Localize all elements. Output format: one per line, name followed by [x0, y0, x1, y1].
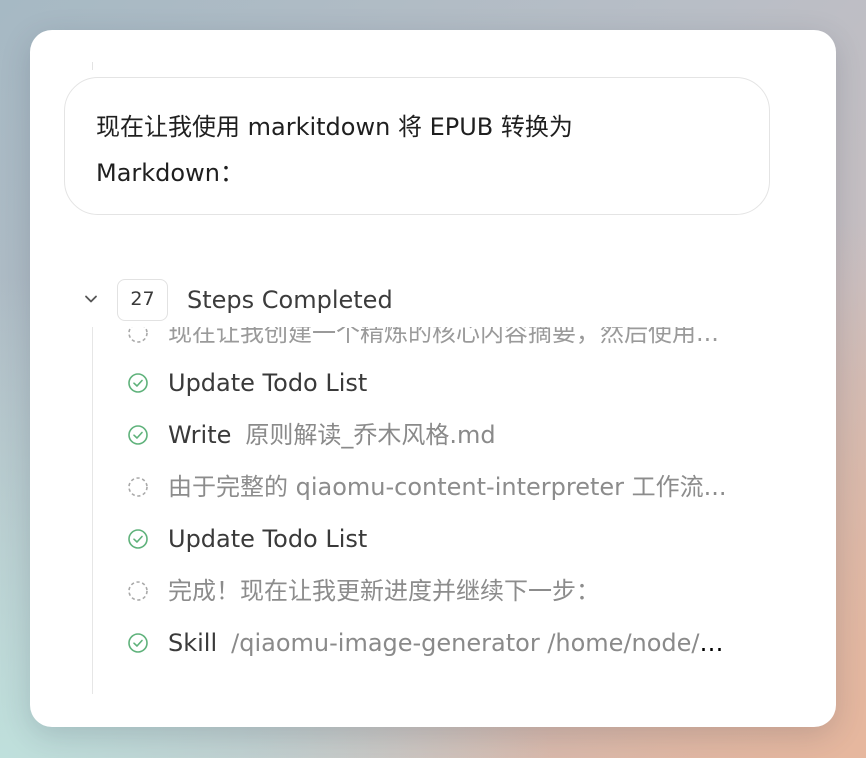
step-label: Write	[168, 421, 232, 449]
check-circle-icon	[128, 373, 148, 393]
step-text: 由于完整的 qiaomu-content-interpreter 工作流...	[168, 473, 727, 501]
step-label: Update Todo List	[168, 525, 368, 553]
step-arg: 原则解读_乔木风格.md	[245, 421, 496, 449]
step-item[interactable]: 现在让我创建一个精炼的核心内容摘要，然后使用...	[93, 327, 793, 353]
check-circle-icon	[128, 425, 148, 445]
steps-list: 现在让我创建一个精炼的核心内容摘要，然后使用... Update Todo Li…	[92, 327, 813, 694]
assistant-message-text: 现在让我使用 markitdown 将 EPUB 转换为 Markdown：	[96, 113, 573, 187]
chevron-down-icon[interactable]	[83, 291, 99, 307]
step-item[interactable]: Write 原则解读_乔木风格.md	[93, 415, 793, 455]
step-label: Update Todo List	[168, 369, 368, 397]
check-circle-icon	[128, 633, 148, 653]
step-item[interactable]: 由于完整的 qiaomu-content-interpreter 工作流...	[93, 467, 793, 507]
check-circle-icon	[128, 529, 148, 549]
chat-panel: 现在让我使用 markitdown 将 EPUB 转换为 Markdown： 2…	[30, 30, 836, 727]
assistant-message-bubble: 现在让我使用 markitdown 将 EPUB 转换为 Markdown：	[64, 77, 770, 215]
step-item[interactable]: Update Todo List	[93, 363, 793, 403]
timeline-tick	[92, 62, 93, 70]
step-text: 完成！现在让我更新进度并继续下一步：	[168, 577, 600, 605]
step-item[interactable]: Update Todo List	[93, 519, 793, 559]
step-arg: /qiaomu-image-generator /home/node/a0...	[231, 629, 738, 657]
steps-header[interactable]: 27 Steps Completed	[80, 279, 580, 321]
step-label: Skill	[168, 629, 218, 657]
steps-title: Steps Completed	[187, 286, 393, 314]
step-item[interactable]: Skill/qiaomu-image-generator /home/node/…	[93, 623, 793, 663]
pending-circle-icon	[128, 581, 148, 601]
pending-circle-icon	[128, 477, 148, 497]
steps-count-badge: 27	[117, 279, 168, 321]
step-text: 现在让我创建一个精炼的核心内容摘要，然后使用...	[168, 327, 719, 347]
pending-circle-icon	[128, 327, 148, 343]
step-item[interactable]: 完成！现在让我更新进度并继续下一步：	[93, 571, 793, 611]
